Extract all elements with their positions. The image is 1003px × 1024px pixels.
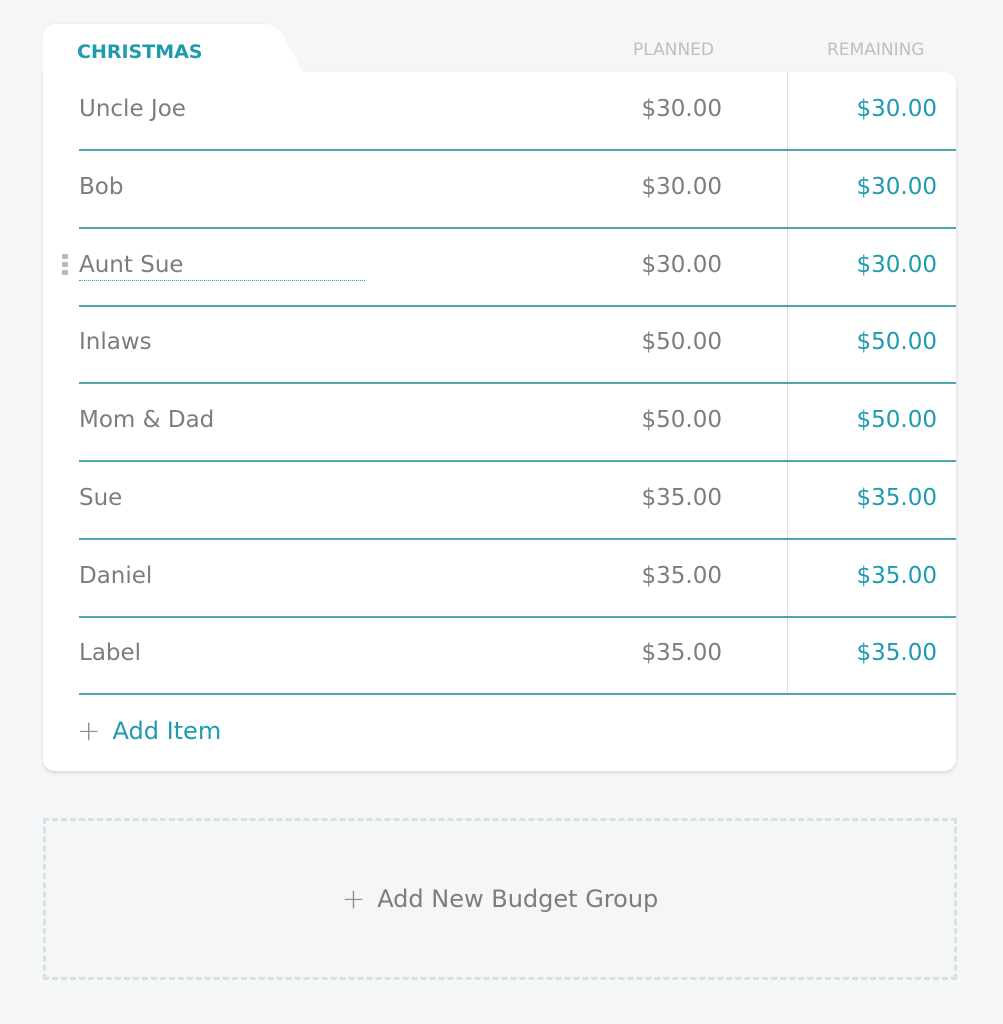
item-remaining-amount: $35.00 <box>856 484 937 511</box>
item-name-field[interactable]: Daniel <box>79 563 152 589</box>
budget-item-row[interactable]: Label $35.00 $35.00 <box>79 616 956 696</box>
budget-item-row[interactable]: Inlaws $50.00 $50.00 <box>79 305 956 385</box>
item-name-field[interactable]: Sue <box>79 485 122 511</box>
item-planned-amount[interactable]: $50.00 <box>642 407 722 433</box>
add-item-label: Add Item <box>112 717 222 745</box>
item-remaining-amount: $30.00 <box>856 173 937 200</box>
item-remaining-amount: $30.00 <box>856 251 937 278</box>
budget-item-row[interactable]: Mom & Dad $50.00 $50.00 <box>79 383 956 462</box>
budget-item-row[interactable]: Daniel $35.00 $35.00 <box>79 539 956 618</box>
add-budget-group-label: Add New Budget Group <box>377 885 659 913</box>
item-planned-amount[interactable]: $50.00 <box>642 329 722 355</box>
item-remaining-amount: $35.00 <box>856 562 937 589</box>
item-name-field[interactable]: Uncle Joe <box>79 96 186 122</box>
planned-column-header: PLANNED <box>633 40 715 60</box>
budget-item-row[interactable]: Aunt Sue $30.00 $30.00 <box>62 228 956 307</box>
item-planned-amount[interactable]: $35.00 <box>642 563 722 589</box>
remaining-column-header: REMAINING <box>827 40 925 60</box>
budget-item-row[interactable]: Bob $30.00 $30.00 <box>79 150 956 229</box>
item-planned-amount[interactable]: $30.00 <box>642 252 722 278</box>
group-title[interactable]: CHRISTMAS <box>77 41 203 63</box>
budget-group-card: Uncle Joe $30.00 $30.00 Bob $30.00 $30.00 Aunt… <box>43 72 956 771</box>
item-name-field[interactable]: Bob <box>79 174 123 200</box>
item-planned-amount[interactable]: $30.00 <box>642 174 722 200</box>
drag-handle-icon[interactable] <box>62 253 68 276</box>
item-remaining-amount: $30.00 <box>856 96 937 122</box>
item-name-field[interactable]: Label <box>79 640 141 666</box>
item-name-field[interactable]: Aunt Sue <box>79 252 365 281</box>
item-remaining-amount: $50.00 <box>856 329 937 356</box>
plus-icon: + <box>77 714 101 747</box>
item-remaining-amount: $35.00 <box>856 640 937 667</box>
plus-icon: + <box>341 882 366 915</box>
budget-item-row[interactable]: Sue $35.00 $35.00 <box>79 461 956 540</box>
add-budget-group-button[interactable]: + Add New Budget Group <box>43 818 957 980</box>
budget-item-row[interactable]: Uncle Joe $30.00 $30.00 <box>79 72 956 151</box>
item-planned-amount[interactable]: $30.00 <box>642 96 722 122</box>
add-item-button[interactable]: + Add Item <box>77 714 222 747</box>
item-planned-amount[interactable]: $35.00 <box>642 640 722 666</box>
item-planned-amount[interactable]: $35.00 <box>642 485 722 511</box>
item-name-field[interactable]: Mom & Dad <box>79 407 214 433</box>
item-name-field[interactable]: Inlaws <box>79 329 152 355</box>
item-remaining-amount: $50.00 <box>856 407 937 433</box>
